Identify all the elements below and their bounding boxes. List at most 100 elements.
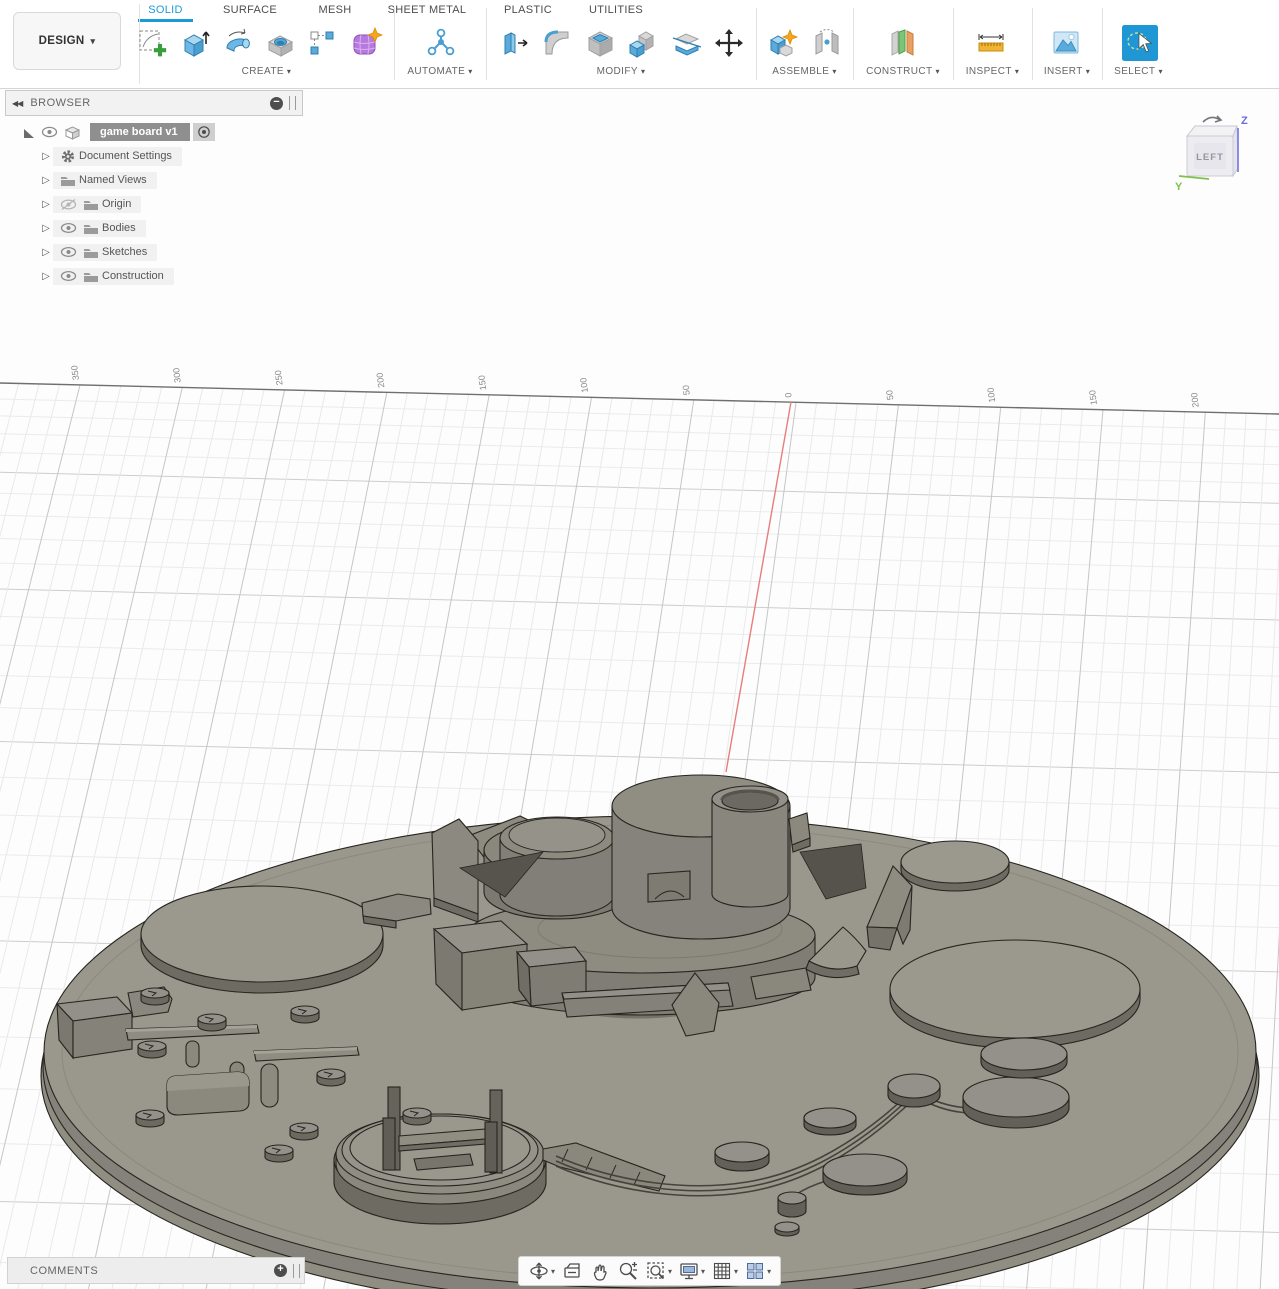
select-group-label[interactable]: SELECT ▾ bbox=[1102, 66, 1175, 82]
root-document-label[interactable]: game board v1 bbox=[90, 123, 190, 141]
shell-button[interactable] bbox=[583, 23, 619, 63]
collapsed-arrow-icon[interactable]: ▷ bbox=[39, 151, 53, 162]
z-axis-label: Z bbox=[1241, 115, 1248, 127]
construct-group-label[interactable]: CONSTRUCT ▾ bbox=[853, 66, 953, 82]
grid-snaps-button[interactable]: ▾ bbox=[708, 1260, 741, 1282]
insert-image-button[interactable] bbox=[1048, 23, 1084, 63]
fit-button[interactable]: ▾ bbox=[642, 1260, 675, 1282]
pan-button[interactable] bbox=[586, 1260, 614, 1282]
collapsed-arrow-icon[interactable]: ▷ bbox=[39, 199, 53, 210]
split-body-button[interactable] bbox=[669, 23, 705, 63]
visibility-off-eye-icon[interactable] bbox=[60, 198, 77, 211]
tab-sheet-metal[interactable]: SHEET METAL bbox=[383, 4, 471, 20]
viewports-button[interactable]: ▾ bbox=[741, 1260, 774, 1282]
insert-group-label[interactable]: INSERT ▾ bbox=[1032, 66, 1102, 82]
panel-grip[interactable] bbox=[289, 96, 296, 110]
new-component-button[interactable] bbox=[764, 23, 800, 63]
tab-plastic[interactable]: PLASTIC bbox=[498, 4, 558, 20]
panel-grip[interactable] bbox=[293, 1263, 300, 1278]
rectangular-pattern-button[interactable] bbox=[304, 23, 340, 63]
zoom-icon bbox=[619, 1262, 638, 1280]
expanded-arrow-icon[interactable] bbox=[22, 126, 35, 139]
create-sketch-button[interactable] bbox=[134, 23, 170, 63]
home-orbit-arrow-icon[interactable] bbox=[1202, 115, 1223, 123]
combine-icon bbox=[628, 31, 655, 58]
automate-button[interactable] bbox=[423, 23, 459, 63]
comments-bar[interactable]: COMMENTS + bbox=[7, 1257, 305, 1284]
browser-header[interactable]: ◀◀ BROWSER − bbox=[5, 90, 303, 116]
visibility-eye-icon[interactable] bbox=[60, 246, 77, 258]
press-pull-button[interactable] bbox=[497, 23, 533, 63]
create-form-button[interactable] bbox=[348, 23, 384, 63]
zoom-button[interactable] bbox=[614, 1260, 642, 1282]
construct-plane-button[interactable] bbox=[885, 23, 921, 63]
measure-icon bbox=[978, 34, 1004, 52]
y-axis-label: Y bbox=[1175, 181, 1183, 193]
create-form-icon bbox=[353, 26, 383, 55]
select-button[interactable] bbox=[1120, 23, 1160, 63]
browser-item-construction[interactable]: ▷ Construction bbox=[5, 264, 303, 288]
joint-icon bbox=[815, 29, 839, 55]
chevron-down-icon: ▾ bbox=[90, 35, 96, 46]
collapsed-arrow-icon[interactable]: ▷ bbox=[39, 247, 53, 258]
extrude-button[interactable] bbox=[176, 23, 212, 63]
assemble-group-label[interactable]: ASSEMBLE ▾ bbox=[756, 66, 853, 82]
tab-utilities[interactable]: UTILITIES bbox=[584, 4, 648, 20]
visibility-eye-icon[interactable] bbox=[60, 270, 77, 282]
viewcube-face-label[interactable]: LEFT bbox=[1196, 152, 1224, 163]
fillet-icon bbox=[544, 30, 569, 55]
automate-group-label[interactable]: AUTOMATE ▾ bbox=[394, 66, 486, 82]
activate-component-radio[interactable] bbox=[192, 123, 215, 141]
browser-item-sketches[interactable]: ▷ Sketches bbox=[5, 240, 303, 264]
extrude-icon bbox=[183, 31, 210, 57]
puck bbox=[137, 1040, 167, 1059]
fillet-button[interactable] bbox=[539, 23, 575, 63]
orbit-button[interactable]: ▾ bbox=[525, 1260, 558, 1282]
browser-title: BROWSER bbox=[30, 97, 91, 109]
viewcube[interactable]: LEFT Z Y bbox=[1175, 110, 1253, 194]
grid-tick-label: 300 bbox=[171, 367, 183, 383]
browser-item-document-settings[interactable]: ▷ Document Settings bbox=[5, 144, 303, 168]
tab-surface[interactable]: SURFACE bbox=[215, 4, 285, 20]
measure-button[interactable] bbox=[973, 23, 1009, 63]
puck bbox=[135, 1109, 165, 1128]
collapsed-arrow-icon[interactable]: ▷ bbox=[39, 223, 53, 234]
puck bbox=[289, 1122, 319, 1141]
hole-button[interactable] bbox=[263, 23, 299, 63]
puck bbox=[290, 1005, 320, 1024]
modify-group-label[interactable]: MODIFY ▾ bbox=[486, 66, 756, 82]
minimize-panel-icon[interactable]: − bbox=[270, 96, 283, 110]
select-icon bbox=[1122, 25, 1158, 61]
browser-item-named-views[interactable]: ▷ Named Views bbox=[5, 168, 303, 192]
grid-tick-label: 50 bbox=[884, 390, 895, 401]
collapse-panel-icon[interactable]: ◀◀ bbox=[12, 99, 23, 108]
combine-button[interactable] bbox=[624, 23, 660, 63]
move-copy-button[interactable] bbox=[711, 23, 747, 63]
look-at-button[interactable] bbox=[558, 1260, 586, 1282]
browser-item-bodies[interactable]: ▷ Bodies bbox=[5, 216, 303, 240]
plateau-disc bbox=[889, 939, 1141, 1049]
design-menu-label: DESIGN bbox=[38, 35, 85, 47]
viewcube-top-face[interactable] bbox=[1185, 125, 1238, 137]
track-disc bbox=[774, 1221, 800, 1237]
construct-plane-icon bbox=[891, 29, 914, 56]
inspect-group-label[interactable]: INSPECT ▾ bbox=[953, 66, 1032, 82]
target-icon bbox=[197, 126, 210, 138]
design-menu-button[interactable]: DESIGN ▾ bbox=[13, 12, 121, 70]
grid-icon bbox=[713, 1262, 731, 1280]
tab-mesh[interactable]: MESH bbox=[310, 4, 360, 20]
create-group-label[interactable]: CREATE ▾ bbox=[139, 66, 394, 82]
add-comment-icon[interactable]: + bbox=[274, 1264, 287, 1277]
folder-icon bbox=[84, 248, 98, 258]
chevron-down-icon: ▾ bbox=[935, 67, 940, 76]
display-settings-button[interactable]: ▾ bbox=[675, 1260, 708, 1282]
browser-root-row[interactable]: game board v1 bbox=[5, 120, 303, 144]
visibility-eye-icon[interactable] bbox=[60, 222, 77, 234]
visibility-eye-icon[interactable] bbox=[41, 126, 58, 138]
browser-item-origin[interactable]: ▷ Origin bbox=[5, 192, 303, 216]
collapsed-arrow-icon[interactable]: ▷ bbox=[39, 271, 53, 282]
tab-solid[interactable]: SOLID bbox=[138, 4, 193, 20]
revolve-button[interactable] bbox=[219, 23, 255, 63]
collapsed-arrow-icon[interactable]: ▷ bbox=[39, 175, 53, 186]
joint-button[interactable] bbox=[809, 23, 845, 63]
